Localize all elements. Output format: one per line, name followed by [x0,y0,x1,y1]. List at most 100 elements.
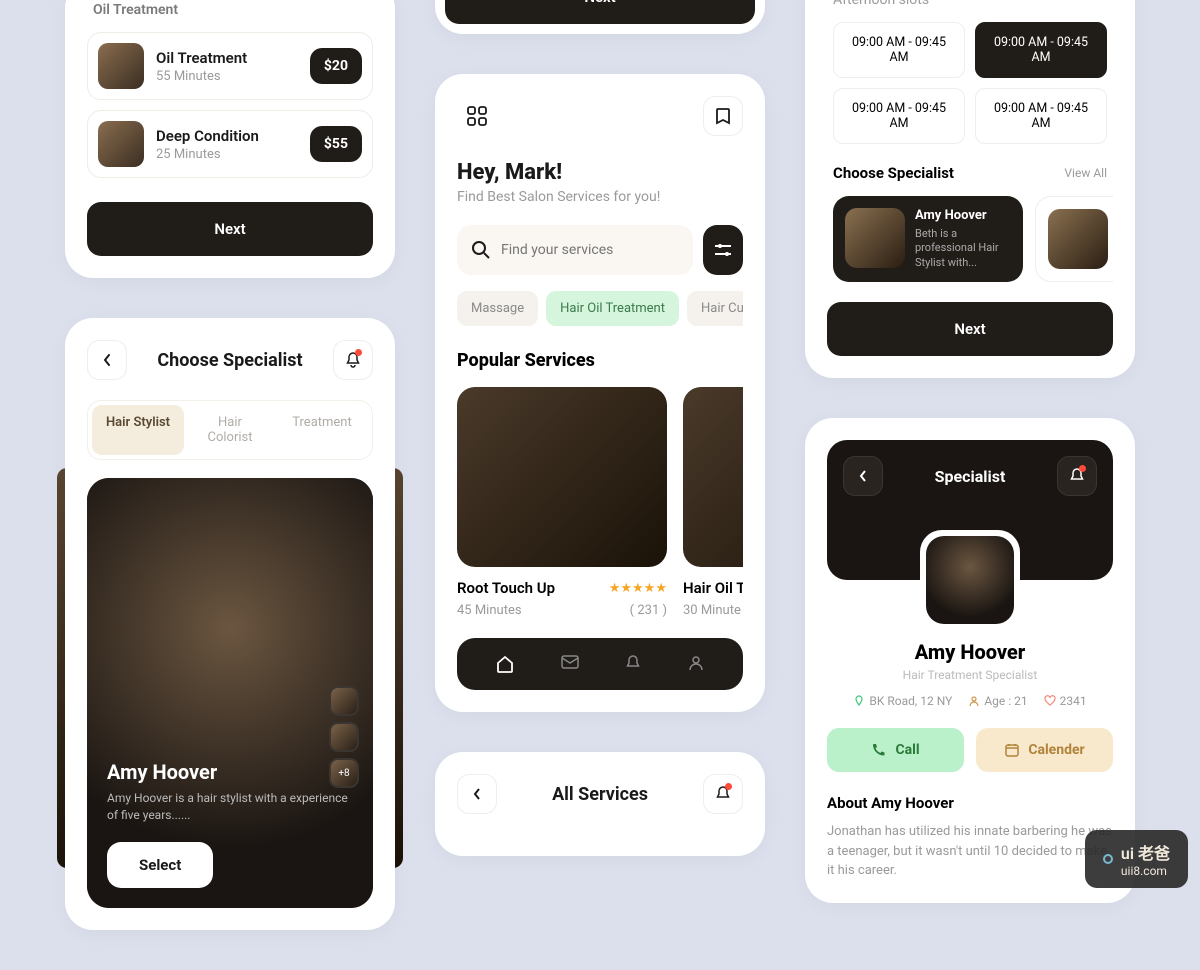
profile-avatar [920,530,1020,630]
stat-age: Age : 21 [968,694,1027,708]
chevron-left-icon [472,787,482,801]
grid-icon [466,105,488,127]
specialist-desc: Beth is a professional Hair Stylist with… [915,227,1011,270]
mini-avatar[interactable] [329,686,359,716]
choose-specialist-card: Choose Specialist Hair Stylist Hair Colo… [65,318,395,930]
bookmark-button[interactable] [703,96,743,136]
filter-button[interactable] [703,225,743,275]
profile-card: Specialist Amy Hoover Hair Treatment Spe… [805,418,1135,903]
chip-massage[interactable]: Massage [457,291,538,326]
calendar-icon [1004,742,1020,758]
calendar-button[interactable]: Calender [976,728,1113,772]
services-card: Oil Treatment Oil Treatment 55 Minutes $… [65,0,395,278]
specialist-avatar [1048,209,1108,269]
stat-location: BK Road, 12 NY [853,694,952,708]
nav-profile[interactable] [687,654,705,674]
back-button[interactable] [457,774,497,814]
notification-button[interactable] [333,340,373,380]
back-button[interactable] [843,456,883,496]
page-title: Choose Specialist [157,350,302,371]
call-button[interactable]: Call [827,728,964,772]
home-icon [495,654,515,674]
notification-button[interactable] [1057,456,1097,496]
pin-icon [853,695,865,707]
specialist-item[interactable]: Bet Bet pro Sty [1035,196,1113,282]
profile-stats: BK Road, 12 NY Age : 21 2341 [827,694,1113,708]
specialist-list: Amy Hoover Beth is a professional Hair S… [827,196,1113,282]
page-title: All Services [552,784,648,805]
time-slot[interactable]: 09:00 AM - 09:45 AM [833,22,965,78]
profile-name: Amy Hoover [827,640,1113,664]
service-row[interactable]: Deep Condition 25 Minutes $55 [87,110,373,178]
select-button[interactable]: Select [107,842,213,888]
chevron-left-icon [102,353,112,367]
service-duration: 25 Minutes [156,147,310,162]
service-thumb [98,43,144,89]
heart-icon [1044,695,1056,707]
sliders-icon [713,242,733,258]
section-label: Oil Treatment [87,2,373,18]
profile-header: Specialist [827,440,1113,580]
popular-card[interactable]: Hair Oil Tr... 30 Minute [683,387,743,618]
nav-notifications[interactable] [624,654,642,674]
menu-button[interactable] [457,96,497,136]
next-button[interactable]: Next [445,0,755,24]
popular-reviews: ( 231 ) [630,603,667,618]
watermark: ui 老爸 uii8.com [1085,830,1188,888]
view-all-link[interactable]: View All [1064,166,1107,180]
next-card: Next [435,0,765,34]
service-row[interactable]: Oil Treatment 55 Minutes $20 [87,32,373,100]
service-thumb [98,121,144,167]
price-badge: $55 [310,126,362,162]
nav-mail[interactable] [560,654,580,674]
chip-hair-oil[interactable]: Hair Oil Treatment [546,291,679,326]
bookmark-icon [715,107,731,125]
user-icon [687,654,705,672]
stat-likes: 2341 [1044,694,1087,708]
specialist-item[interactable]: Amy Hoover Beth is a professional Hair S… [833,196,1023,282]
slot-label: Afternoon slots [827,0,1113,8]
nav-home[interactable] [495,654,515,674]
specialist-desc: Amy Hoover is a hair stylist with a expe… [107,790,353,824]
chip-hair-cut[interactable]: Hair Cut [687,291,743,326]
specialist-card[interactable]: +8 Amy Hoover Amy Hoover is a hair styli… [87,478,373,908]
phone-icon [871,742,887,758]
time-slot[interactable]: 09:00 AM - 09:45 AM [833,88,965,144]
next-button[interactable]: Next [87,202,373,256]
search-icon [471,240,491,260]
slot-grid: 09:00 AM - 09:45 AM 09:00 AM - 09:45 AM … [827,22,1113,144]
search-box[interactable] [457,225,693,275]
specialist-avatar [845,208,905,268]
price-badge: $20 [310,48,362,84]
popular-image [683,387,743,567]
specialist-name: Amy Hoover [107,760,353,784]
popular-card[interactable]: Root Touch Up ★★★★★ 45 Minutes ( 231 ) [457,387,667,618]
popular-name: Hair Oil Tr... [683,579,743,597]
back-button[interactable] [87,340,127,380]
mail-icon [560,654,580,670]
choose-specialist-title: Choose Specialist [833,164,954,182]
chevron-left-icon [858,469,868,483]
page-title: Specialist [935,467,1006,486]
user-icon [968,695,980,707]
popular-duration: 30 Minute [683,603,741,618]
service-name: Deep Condition [156,127,310,145]
bottom-nav [457,638,743,690]
next-button[interactable]: Next [827,302,1113,356]
tab-hair-stylist[interactable]: Hair Stylist [92,405,184,455]
category-chips: Massage Hair Oil Treatment Hair Cut [457,291,743,326]
greeting-sub: Find Best Salon Services for you! [457,189,743,205]
profile-role: Hair Treatment Specialist [827,668,1113,682]
search-input[interactable] [501,242,679,258]
notification-dot [355,349,362,356]
notification-dot [725,783,732,790]
tab-hair-colorist[interactable]: Hair Colorist [184,405,276,455]
popular-duration: 45 Minutes [457,603,522,618]
greeting: Hey, Mark! [457,160,743,185]
tab-treatment[interactable]: Treatment [276,405,368,455]
notification-button[interactable] [703,774,743,814]
time-slot[interactable]: 09:00 AM - 09:45 AM [975,88,1107,144]
popular-list: Root Touch Up ★★★★★ 45 Minutes ( 231 ) H… [457,387,743,618]
time-slot-selected[interactable]: 09:00 AM - 09:45 AM [975,22,1107,78]
popular-image [457,387,667,567]
